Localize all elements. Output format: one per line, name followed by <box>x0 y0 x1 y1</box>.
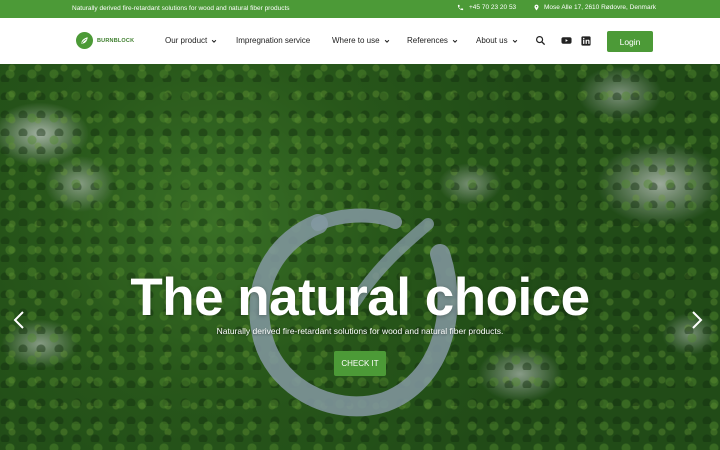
linkedin-icon[interactable] <box>580 35 591 46</box>
nav-item-label: About us <box>476 36 508 45</box>
youtube-icon[interactable] <box>561 35 572 46</box>
top-info-bar: Naturally derived fire-retardant solutio… <box>0 0 720 18</box>
hero-subtitle: Naturally derived fire-retardant solutio… <box>216 326 504 336</box>
nav-item-about-us[interactable]: About us <box>476 36 518 45</box>
chevron-down-icon <box>512 39 517 43</box>
brand-name: BURNBLOCK <box>97 37 135 44</box>
nav-item-where-to-use[interactable]: Where to use <box>332 36 390 45</box>
nav-item-references[interactable]: References <box>407 36 458 45</box>
main-navbar: BURNBLOCK Our product Impregnation servi… <box>0 18 720 64</box>
phone-icon <box>457 4 464 11</box>
nav-item-label: Where to use <box>332 36 380 45</box>
brand-logo[interactable]: BURNBLOCK <box>76 32 134 49</box>
nav-item-label: Our product <box>165 36 208 45</box>
nav-item-our-product[interactable]: Our product <box>165 36 217 45</box>
topbar-address[interactable]: Mose Alle 17, 2610 Rødovre, Denmark <box>533 4 656 11</box>
leaf-logo-icon <box>76 32 93 49</box>
topbar-phone[interactable]: +45 70 23 20 53 <box>457 4 516 11</box>
hero-overlay <box>0 64 720 450</box>
chevron-down-icon <box>384 39 389 43</box>
phone-number: +45 70 23 20 53 <box>469 4 517 11</box>
nav-item-impregnation-service[interactable]: Impregnation service <box>236 36 310 45</box>
topbar-tagline: Naturally derived fire-retardant solutio… <box>72 5 290 12</box>
address-text: Mose Alle 17, 2610 Rødovre, Denmark <box>544 4 656 11</box>
check-it-button[interactable]: CHECK IT <box>334 351 386 376</box>
chevron-down-icon <box>452 39 458 43</box>
location-pin-icon <box>534 4 539 11</box>
nav-item-label: References <box>407 36 448 45</box>
nav-item-label: Impregnation service <box>236 36 311 45</box>
login-button[interactable]: Login <box>607 31 653 52</box>
hero-banner: The natural choice Naturally derived fir… <box>0 64 720 450</box>
chevron-down-icon <box>212 39 217 43</box>
hero-title: The natural choice <box>130 268 590 327</box>
search-icon[interactable] <box>535 35 546 46</box>
